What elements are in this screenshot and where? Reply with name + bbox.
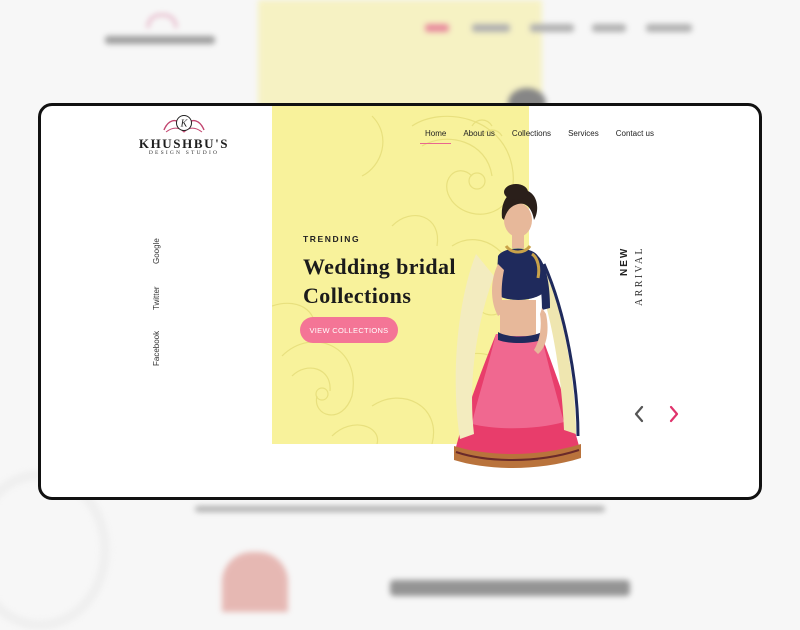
background-nav-item [646,24,692,32]
background-nav-item [425,24,449,32]
background-nav-item [592,24,626,32]
monogram-k-icon: K [163,115,205,133]
background-yellow-panel [258,0,542,110]
nav-about-us[interactable]: About us [463,127,495,144]
main-nav: Home About us Collections Services Conta… [419,127,654,144]
background-nav-item [530,24,574,32]
social-link-twitter[interactable]: Twitter [152,286,161,310]
new-arrival-line-2: ARRIVAL [634,246,645,306]
social-link-facebook[interactable]: Facebook [152,331,161,366]
social-link-google[interactable]: Google [152,238,161,264]
nav-collections[interactable]: Collections [512,127,551,144]
view-collections-button[interactable]: VIEW COLLECTIONS [300,317,398,343]
carousel-next-button[interactable] [666,403,682,425]
background-heading [390,580,630,596]
nav-home[interactable]: Home [419,127,452,144]
background-logo [105,14,215,48]
brand-tagline: DESIGN STUDIO [148,150,220,156]
chevron-left-icon [634,405,644,423]
nav-contact-us[interactable]: Contact us [616,127,654,144]
chevron-right-icon [669,405,679,423]
background-text-line [195,506,605,512]
nav-services[interactable]: Services [568,127,599,144]
brand-logo[interactable]: K KHUSHBU'S DESIGN STUDIO [136,114,232,158]
background-nav-item [472,24,510,32]
background-image [222,552,288,612]
new-arrival-line-1: NEW [619,246,630,276]
carousel-prev-button[interactable] [631,403,647,425]
svg-text:K: K [180,119,189,130]
bridal-model-image [454,184,581,468]
hero-eyebrow: TRENDING [303,234,361,244]
hero-card: K KHUSHBU'S DESIGN STUDIO Home About us … [38,103,762,500]
